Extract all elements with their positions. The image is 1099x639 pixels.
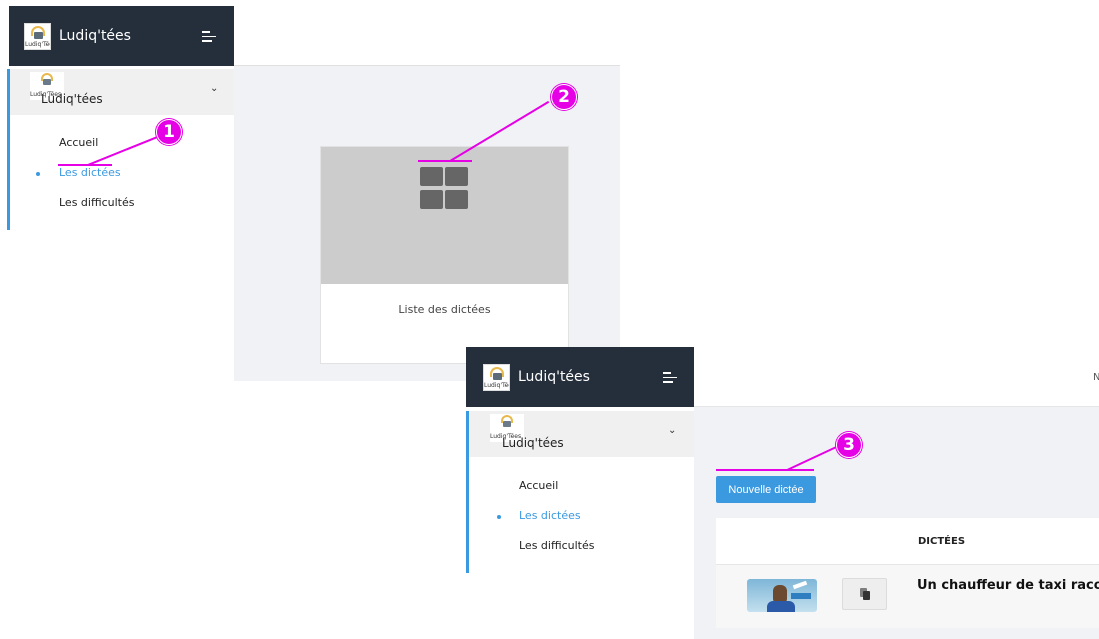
sidebar-title: Ludiq'tées (502, 436, 564, 450)
sidebar-item-les-dictees[interactable]: Les dictées (59, 166, 121, 179)
sidebar-item-accueil[interactable]: Accueil (59, 136, 98, 149)
sidebar-item-les-dictees[interactable]: Les dictées (519, 509, 581, 522)
new-dictee-button[interactable]: Nouvelle dictée (716, 476, 816, 503)
card-image (321, 147, 568, 284)
brand-name: Ludiq'tées (518, 369, 590, 385)
annotation-marker-2: 2 (551, 84, 577, 110)
chevron-down-icon[interactable]: ⌄ (668, 425, 676, 436)
chevron-down-icon[interactable]: ⌄ (210, 83, 218, 94)
copy-icon (859, 588, 870, 600)
topbar: Ludiq'Tées Ludiq'tées (466, 347, 694, 407)
brand-logo: Ludiq'Tées (24, 22, 51, 50)
active-dot (497, 515, 501, 519)
dictees-card[interactable]: Liste des dictées (320, 146, 569, 364)
brand-name: Ludiq'tées (59, 28, 131, 44)
sidebar-item-les-difficultes[interactable]: Les difficultés (59, 196, 135, 209)
duplicate-button[interactable] (842, 578, 887, 610)
menu-icon[interactable] (202, 31, 216, 42)
sidebar-item-accueil[interactable]: Accueil (519, 479, 558, 492)
annotation-marker-3: 3 (836, 432, 862, 458)
annotation-underline-3 (716, 469, 814, 471)
menu-icon[interactable] (663, 372, 677, 383)
sidebar-section-header[interactable]: Ludiq'Tées Ludiq'tées ⌄ (10, 69, 234, 115)
sidebar-title: Ludiq'tées (41, 92, 103, 106)
annotation-marker-1: 1 (156, 119, 182, 145)
annotation-underline-2 (418, 160, 472, 162)
header-cut-text: N (1093, 372, 1099, 383)
card-caption: Liste des dictées (398, 303, 491, 316)
dictee-thumbnail (747, 579, 817, 612)
brand-logo: Ludiq'Tées (483, 363, 510, 391)
dictee-title[interactable]: Un chauffeur de taxi racont (917, 578, 1099, 593)
column-header-dictees[interactable]: DICTÉES (918, 536, 965, 547)
sidebar-item-les-difficultes[interactable]: Les difficultés (519, 539, 595, 552)
page-header (694, 347, 1099, 407)
sidebar: Ludiq'Tées Ludiq'tées ⌄ Accueil Les dict… (466, 411, 694, 573)
active-dot (36, 172, 40, 176)
annotation-underline-1 (58, 164, 112, 166)
sidebar-section-header[interactable]: Ludiq'Tées Ludiq'tées ⌄ (469, 411, 694, 457)
topbar: Ludiq'Tées Ludiq'tées (9, 6, 234, 66)
